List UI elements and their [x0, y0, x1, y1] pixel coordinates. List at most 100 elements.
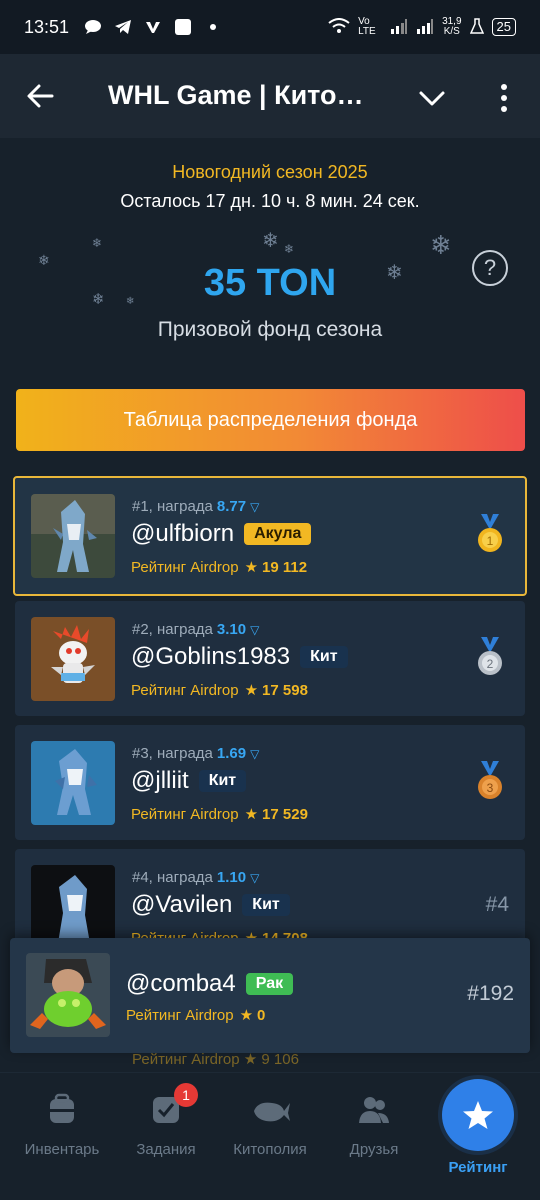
username[interactable]: @ulfbiorn Акула [131, 520, 312, 548]
tab-friends[interactable]: Друзья [324, 1091, 424, 1158]
gold-medal-icon: 1 [475, 514, 505, 556]
rank-text: #3, награда [132, 745, 213, 762]
status-time: 13:51 [24, 16, 70, 37]
flask-icon [469, 17, 484, 37]
leaderboard-row[interactable]: #2, награда 3.10 ▽ @Goblins1983 Кит Рейтинг… [15, 601, 525, 716]
chevron-down-icon[interactable] [414, 80, 450, 116]
ton-icon: ▽ [250, 871, 260, 885]
star-icon: ★ [244, 682, 259, 699]
avatar [31, 617, 115, 701]
ton-icon: ▽ [250, 500, 260, 514]
airdrop-rating: Рейтинг Airdrop ★ 17 598 [131, 681, 308, 699]
username[interactable]: @jlliit Кит [131, 767, 247, 795]
notification-badge: 1 [174, 1083, 198, 1107]
rating-value: 17 598 [262, 682, 308, 699]
rank-number: #192 [467, 982, 514, 1005]
season-countdown: Осталось 17 дн. 10 ч. 8 мин. 24 сек. [120, 191, 420, 211]
telegram-icon [113, 18, 133, 36]
svg-text:2: 2 [487, 657, 494, 671]
rank-badge: Акула [244, 523, 312, 545]
help-icon[interactable]: ? [472, 250, 508, 286]
more-menu-icon[interactable] [492, 80, 516, 116]
snowflake-icon: ❄ [284, 242, 295, 256]
svg-text:1: 1 [487, 534, 494, 548]
battery-icon: 25 [491, 18, 516, 36]
rating-label: Рейтинг Airdrop [131, 559, 239, 576]
season-title: Новогодний сезон 2025 [172, 162, 368, 182]
airdrop-rating: Рейтинг Airdrop ★ 0 [126, 1006, 265, 1024]
tab-kitopolia[interactable]: Китополия [220, 1091, 320, 1158]
rank-text: #4, награда [132, 869, 213, 886]
rank-badge: Кит [198, 770, 247, 792]
prize-amount: 35 TON [203, 262, 337, 304]
airdrop-rating: Рейтинг Airdrop ★ 17 529 [131, 805, 308, 823]
fund-distribution-button[interactable]: Таблица распределения фонда [16, 389, 525, 451]
rank-reward: #4, награда 1.10 ▽ [132, 869, 259, 886]
username[interactable]: @comba4 Рак [126, 970, 294, 998]
tab-label: Рейтинг [448, 1159, 508, 1176]
username-text: @comba4 [126, 970, 236, 997]
tab-label: Друзья [349, 1141, 399, 1158]
rank-reward: #2, награда 3.10 ▽ [132, 621, 259, 638]
reward-amount: 1.10 [216, 869, 247, 886]
username[interactable]: @Goblins1983 Кит [131, 643, 348, 671]
notification-icons [83, 18, 223, 36]
username-text: @Goblins1983 [131, 643, 291, 670]
star-icon: ★ [244, 806, 259, 823]
username-text: @ulfbiorn [131, 520, 235, 547]
rating-value: 17 529 [262, 806, 308, 823]
vk-icon [143, 18, 163, 36]
rating-label: Рейтинг Airdrop [131, 806, 239, 823]
reward-amount: 8.77 [216, 498, 247, 515]
app-header: WHL Game | Кито… [0, 54, 540, 138]
tab-inventory[interactable]: Инвентарь [12, 1091, 112, 1158]
prize-label: Призовой фонд сезона [157, 318, 383, 341]
tab-label: Задания [136, 1141, 196, 1158]
reward-amount: 3.10 [216, 621, 247, 638]
signal-icon-2 [416, 18, 434, 37]
leaderboard-row[interactable]: #3, награда 1.69 ▽ @jlliit Кит Рейтинг Aird… [15, 725, 525, 840]
bottom-tab-bar: Инвентарь 1 Задания Китополия Друзья Рей… [0, 1072, 540, 1200]
back-arrow-icon[interactable] [22, 78, 58, 114]
rank-badge: Кит [242, 894, 290, 916]
username[interactable]: @Vavilen Кит [131, 891, 290, 919]
tab-tasks[interactable]: 1 Задания [116, 1083, 216, 1158]
current-user-card[interactable]: @comba4 Рак Рейтинг Airdrop ★ 0 #192 [10, 938, 530, 1053]
rating-value: 19 112 [262, 559, 308, 576]
lte-label: Vo LTE [358, 16, 376, 37]
username-text: @Vavilen [131, 891, 233, 918]
airdrop-rating: Рейтинг Airdrop ★ 19 112 [131, 558, 307, 576]
rank-badge: Кит [300, 646, 348, 668]
bronze-medal-icon: 3 [475, 761, 505, 803]
app-square-icon [173, 18, 193, 36]
tab-label: Китополия [233, 1141, 307, 1158]
ton-icon: ▽ [250, 623, 260, 637]
avatar [31, 741, 115, 825]
status-bar: 13:51 Vo LTE 31,9 K/S 25 [0, 0, 540, 54]
network-speed: 31,9 K/S [442, 17, 461, 37]
reward-amount: 1.69 [216, 745, 247, 762]
wifi-icon [328, 17, 350, 37]
system-icons: Vo LTE 31,9 K/S 25 [328, 17, 516, 37]
avatar [26, 953, 110, 1037]
snowflake-icon: ❄ [430, 230, 452, 260]
leaderboard-row[interactable]: #1, награда 8.77 ▽ @ulfbiorn Акула Рейтинг … [13, 476, 527, 596]
backpack-icon [44, 1091, 80, 1127]
rating-label: Рейтинг Airdrop [131, 682, 239, 699]
avatar [31, 865, 115, 949]
silver-medal-icon: 2 [475, 637, 505, 679]
page-title: WHL Game | Кито… [108, 80, 364, 110]
whale-icon [252, 1091, 290, 1127]
dot-icon [203, 18, 223, 36]
svg-text:3: 3 [487, 781, 494, 795]
rank-reward: #1, награда 8.77 ▽ [132, 498, 259, 515]
rating-value: 0 [257, 1007, 266, 1024]
star-icon: ★ [239, 1007, 254, 1024]
rating-value: 9 106 [261, 1051, 299, 1068]
friends-icon [356, 1091, 392, 1127]
rank-reward: #3, награда 1.69 ▽ [132, 745, 259, 762]
ton-icon: ▽ [250, 747, 260, 761]
tab-label: Инвентарь [24, 1141, 100, 1158]
tab-rating[interactable]: Рейтинг [428, 1079, 528, 1176]
avatar [31, 494, 115, 578]
